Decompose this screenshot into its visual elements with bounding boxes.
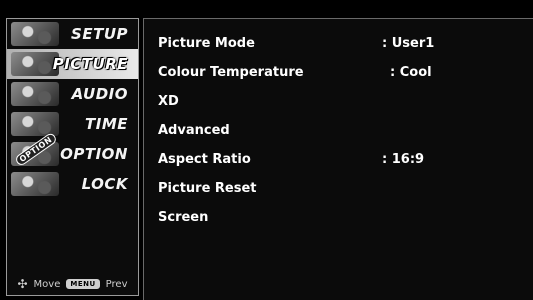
sidebar-item-picture[interactable]: PICTURE (7, 49, 138, 79)
picture-menu-panel: Picture Mode : User1 Colour Temperature … (143, 18, 533, 300)
move-hint-label: Move (33, 278, 61, 290)
lock-thumbnail-icon (11, 172, 59, 196)
sidebar-item-label: LOCK (81, 175, 128, 193)
menu-item-label: Colour Temperature (158, 64, 304, 80)
sidebar-item-lock[interactable]: LOCK (7, 169, 138, 199)
menu-item-screen[interactable]: Screen (158, 204, 518, 230)
tv-osd-screen: SETUP PICTURE AUDIO TIME OPTION OPTION L… (0, 0, 533, 300)
time-thumbnail-icon (11, 112, 59, 136)
sidebar-item-setup[interactable]: SETUP (7, 19, 138, 49)
sidebar-item-time[interactable]: TIME (7, 109, 138, 139)
audio-thumbnail-icon (11, 82, 59, 106)
sidebar-item-label: PICTURE (52, 55, 128, 73)
menu-item-label: Advanced (158, 122, 230, 138)
menu-item-picture-mode[interactable]: Picture Mode : User1 (158, 30, 518, 56)
menu-item-xd[interactable]: XD (158, 88, 518, 114)
sidebar-item-label: SETUP (71, 25, 128, 43)
menu-item-colour-temperature[interactable]: Colour Temperature : Cool (158, 59, 518, 85)
menu-item-value: : User1 (382, 35, 435, 51)
sidebar-item-label: OPTION (60, 145, 128, 163)
sidebar-item-label: TIME (85, 115, 128, 133)
menu-item-value: : Cool (390, 64, 432, 80)
menu-item-label: Picture Mode (158, 35, 255, 51)
menu-item-label: Screen (158, 209, 209, 225)
dpad-arrows-icon: ✣ (17, 277, 28, 291)
navigation-hint: ✣ Move MENU Prev (7, 277, 138, 291)
sidebar-item-audio[interactable]: AUDIO (7, 79, 138, 109)
menu-item-picture-reset[interactable]: Picture Reset (158, 175, 518, 201)
menu-item-value: : 16:9 (382, 151, 425, 167)
setup-thumbnail-icon (11, 22, 59, 46)
menu-item-advanced[interactable]: Advanced (158, 117, 518, 143)
menu-key-icon: MENU (66, 279, 100, 289)
sidebar-item-option[interactable]: OPTION OPTION (7, 131, 138, 169)
menu-item-aspect-ratio[interactable]: Aspect Ratio : 16:9 (158, 146, 518, 172)
sidebar-item-label: AUDIO (71, 85, 128, 103)
category-sidebar: SETUP PICTURE AUDIO TIME OPTION OPTION L… (6, 18, 139, 296)
prev-hint-label: Prev (105, 278, 128, 290)
menu-item-label: Picture Reset (158, 180, 257, 196)
menu-item-label: XD (158, 93, 179, 109)
menu-item-label: Aspect Ratio (158, 151, 251, 167)
